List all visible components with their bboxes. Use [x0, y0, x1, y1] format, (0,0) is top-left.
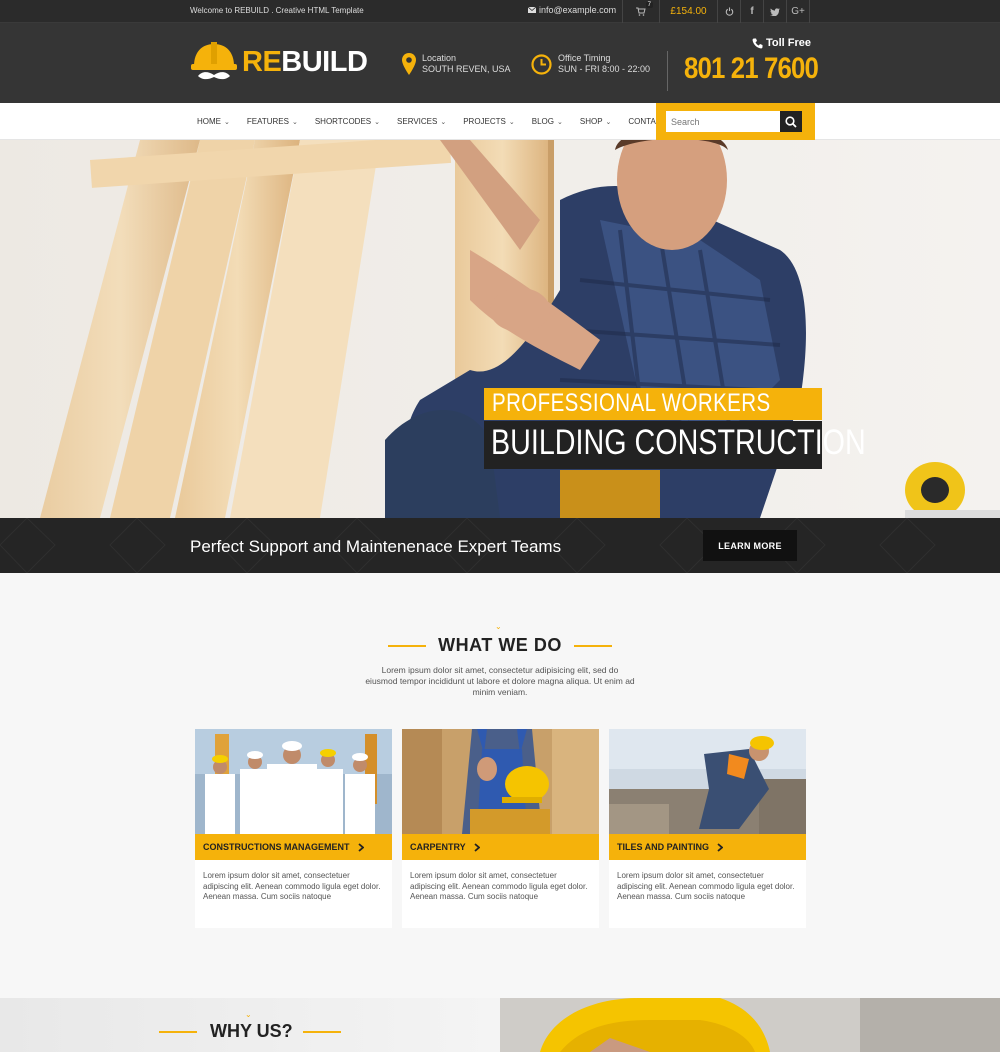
chevron-down-icon: ⌄: [556, 118, 563, 126]
top-bar: Welcome to REBUILD . Creative HTML Templ…: [0, 0, 1000, 23]
map-pin-icon: [402, 53, 416, 75]
chevron-down-icon: ⌄: [495, 622, 502, 631]
card-title-bar[interactable]: CARPENTRY: [402, 834, 599, 860]
login-button[interactable]: [717, 0, 740, 23]
card-title: CONSTRUCTIONS MANAGEMENT: [203, 842, 350, 852]
service-card-carpentry[interactable]: CARPENTRY Lorem ipsum dolor sit amet, co…: [402, 729, 599, 928]
location-value: SOUTH REVEN, USA: [422, 64, 511, 74]
cart-icon: [636, 7, 646, 16]
google-plus-icon: G+: [791, 6, 805, 17]
chevron-right-icon: [357, 842, 364, 852]
search-box: [656, 103, 815, 140]
card-image-tiler: [609, 729, 806, 834]
chevron-down-icon: ⌄: [245, 1010, 252, 1019]
facebook-icon: f: [750, 6, 754, 17]
chevron-down-icon: ⌄: [508, 118, 515, 126]
twitter-link[interactable]: [763, 0, 786, 23]
what-we-do-description: Lorem ipsum dolor sit amet, consectetur …: [365, 665, 635, 697]
why-us-image: [500, 998, 1000, 1052]
nav-item-services[interactable]: SERVICES ⌄: [397, 117, 446, 126]
main-navigation: HOME ⌄ FEATURES ⌄ SHORTCODES ⌄ SERVICES ⌄ PR…: [0, 103, 1000, 140]
nav-item-projects[interactable]: PROJECTS ⌄: [463, 117, 515, 126]
chevron-right-icon: [717, 842, 723, 852]
card-description: Lorem ipsum dolor sit amet, consectetuer…: [617, 871, 795, 901]
site-logo[interactable]: REBUILD: [190, 40, 368, 84]
hero-caption-top: PROFESSIONAL WORKERS: [484, 388, 822, 420]
clock-icon: [531, 53, 552, 75]
why-line-left: [159, 1031, 197, 1033]
envelope-icon: [528, 7, 536, 13]
nav-item-blog[interactable]: BLOG ⌄: [532, 117, 563, 126]
toll-free-text: Toll Free: [766, 37, 812, 49]
card-title: TILES AND PAINTING: [617, 842, 709, 852]
why-us-title: WHY US?: [210, 1021, 293, 1041]
timing-label: Office Timing: [558, 53, 611, 63]
phone-icon: [752, 38, 763, 48]
logo-text-re: RE: [242, 45, 282, 78]
cart-price: £154.00: [670, 6, 707, 17]
power-icon: [725, 7, 733, 16]
nav-item-shop[interactable]: SHOP ⌄: [580, 117, 612, 126]
search-input[interactable]: [666, 111, 780, 132]
card-image-carpenter: [402, 729, 599, 834]
phone-number[interactable]: 801 21 7600: [684, 52, 819, 86]
nav-item-home[interactable]: HOME ⌄: [197, 117, 230, 126]
cart-total[interactable]: £154.00: [659, 0, 717, 23]
why-us-section: [0, 998, 1000, 1052]
card-description: Lorem ipsum dolor sit amet, consectetuer…: [410, 871, 588, 901]
office-timing-info: Office Timing SUN - FRI 8:00 - 22:00: [531, 53, 650, 75]
email-link[interactable]: info@example.com: [528, 5, 616, 15]
toll-free-label: Toll Free: [752, 37, 811, 49]
card-image-workers: [195, 729, 392, 834]
hard-hat-logo-icon: [191, 42, 237, 80]
card-description: Lorem ipsum dolor sit amet, consectetuer…: [203, 871, 381, 901]
hero-slider[interactable]: PROFESSIONAL WORKERS BUILDING CONSTRUCTI…: [0, 140, 1000, 518]
card-title: CARPENTRY: [410, 842, 466, 852]
learn-more-button[interactable]: LEARN MORE: [703, 530, 797, 561]
chevron-down-icon: ⌄: [291, 118, 298, 126]
what-we-do-title: WHAT WE DO: [438, 635, 562, 655]
email-text: info@example.com: [539, 5, 617, 15]
support-text: Perfect Support and Maintenenace Expert …: [190, 537, 562, 556]
cart-button[interactable]: 7: [622, 0, 659, 23]
service-card-tiles-and-painting[interactable]: TILES AND PAINTING Lorem ipsum dolor sit…: [609, 729, 806, 928]
chevron-down-icon: ⌄: [440, 118, 447, 126]
search-button[interactable]: [780, 111, 802, 132]
chevron-down-icon: ⌄: [374, 118, 381, 126]
title-line-right: [574, 645, 612, 647]
google-plus-link[interactable]: G+: [786, 0, 810, 23]
nav-item-shortcodes[interactable]: SHORTCODES ⌄: [315, 117, 380, 126]
card-title-bar[interactable]: TILES AND PAINTING: [609, 834, 806, 860]
search-icon: [785, 115, 797, 128]
hero-caption-bottom: BUILDING CONSTRUCTION: [484, 421, 866, 469]
site-header: REBUILD Location SOUTH REVEN, USA Office…: [0, 23, 1000, 103]
header-divider: [667, 51, 668, 91]
welcome-text: Welcome to REBUILD . Creative HTML Templ…: [190, 6, 364, 15]
location-label: Location: [422, 53, 457, 63]
card-title-bar[interactable]: CONSTRUCTIONS MANAGEMENT: [195, 834, 392, 860]
location-info: Location SOUTH REVEN, USA: [402, 53, 511, 75]
logo-text-build: BUILD: [281, 45, 368, 78]
facebook-link[interactable]: f: [740, 0, 763, 23]
timing-value: SUN - FRI 8:00 - 22:00: [558, 64, 651, 74]
chevron-down-icon: ⌄: [224, 118, 230, 126]
support-banner: Perfect Support and Maintenenace Expert …: [0, 518, 1000, 573]
service-card-constructions-management[interactable]: CONSTRUCTIONS MANAGEMENT Lorem ipsum dol…: [195, 729, 392, 928]
chevron-right-icon: [474, 842, 480, 852]
why-line-right: [303, 1031, 341, 1033]
twitter-icon: [770, 7, 780, 16]
cart-count-badge: 7: [645, 2, 653, 8]
chevron-down-icon: ⌄: [605, 118, 612, 126]
nav-item-features[interactable]: FEATURES ⌄: [247, 117, 298, 126]
